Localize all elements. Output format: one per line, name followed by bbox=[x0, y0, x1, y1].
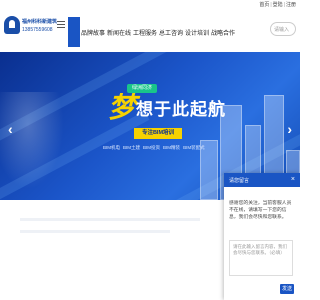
nav-item-design-training[interactable]: 设计培训 bbox=[184, 17, 210, 47]
feature-item: BIM土建 bbox=[123, 145, 141, 150]
slogan-big-char: 梦 bbox=[108, 92, 137, 123]
menu-icon[interactable] bbox=[57, 21, 65, 29]
feature-item: BIM装配式 bbox=[183, 145, 205, 150]
separator: | bbox=[270, 1, 272, 8]
feature-item: BIM投资 bbox=[143, 145, 161, 150]
chat-title: 请您留言 bbox=[229, 177, 250, 184]
separator: | bbox=[283, 1, 285, 8]
close-icon[interactable]: × bbox=[291, 176, 295, 183]
chevron-right-icon[interactable]: › bbox=[287, 122, 292, 136]
site-header: 福州科科新建筑 13857559608 品牌故事 新闻在线 工程服务 总工咨询 … bbox=[0, 8, 300, 52]
chat-widget: 请您留言 × 感谢您的关注，当前客服人员不在线，请填写一下您的信息，我们会尽快和… bbox=[224, 173, 300, 300]
nav-item-consulting[interactable]: 总工咨询 bbox=[158, 17, 184, 47]
chat-header: 请您留言 × bbox=[224, 173, 300, 187]
register-link[interactable]: 注册 bbox=[286, 1, 296, 8]
nav-active-indicator[interactable] bbox=[68, 17, 80, 47]
banner-slogan: 梦 想于此起航 bbox=[108, 94, 226, 122]
nav-item-news[interactable]: 新闻在线 bbox=[106, 17, 132, 47]
home-link[interactable]: 首页 bbox=[259, 1, 269, 8]
nav-item-engineering[interactable]: 工程服务 bbox=[132, 17, 158, 47]
nav-item-partnership[interactable]: 战略合作 bbox=[210, 17, 236, 47]
logo-phone: 13857559608 bbox=[22, 26, 53, 33]
nav-item-brand-story[interactable]: 品牌故事 bbox=[80, 17, 106, 47]
logo[interactable]: 福州科科新建筑 13857559608 bbox=[4, 16, 57, 34]
feature-item: BIM机电 bbox=[103, 145, 121, 150]
logo-icon bbox=[4, 16, 20, 34]
banner-figure bbox=[0, 92, 70, 200]
chat-message: 感谢您的关注，当前客服人员不在线，请填写一下您的信息，我们会尽快和您联系。 bbox=[229, 201, 292, 220]
message-input[interactable]: 请在此输入留言内容，我们会尽快与您联系。（必填） bbox=[229, 240, 293, 276]
top-links: 首页 | 登陆 | 注册 bbox=[259, 1, 296, 9]
feature-list: BIM机电 BIM土建 BIM投资 BIM精装 BIM装配式 bbox=[103, 145, 205, 151]
login-link[interactable]: 登陆 bbox=[273, 1, 283, 8]
feature-item: BIM精装 bbox=[163, 145, 181, 150]
slogan-text: 想于此起航 bbox=[136, 100, 227, 119]
sub-tag: 专注BIM培训 bbox=[134, 128, 182, 139]
page: 首页 | 登陆 | 注册 福州科科新建筑 13857559608 品牌故事 新闻… bbox=[0, 0, 300, 300]
chevron-left-icon[interactable]: ‹ bbox=[8, 122, 13, 136]
send-button[interactable]: 发送 bbox=[280, 284, 294, 294]
main-nav: 品牌故事 新闻在线 工程服务 总工咨询 设计培训 战略合作 bbox=[68, 17, 236, 47]
search-input[interactable]: 请输入 bbox=[270, 22, 296, 36]
logo-title: 福州科科新建筑 bbox=[22, 18, 58, 25]
